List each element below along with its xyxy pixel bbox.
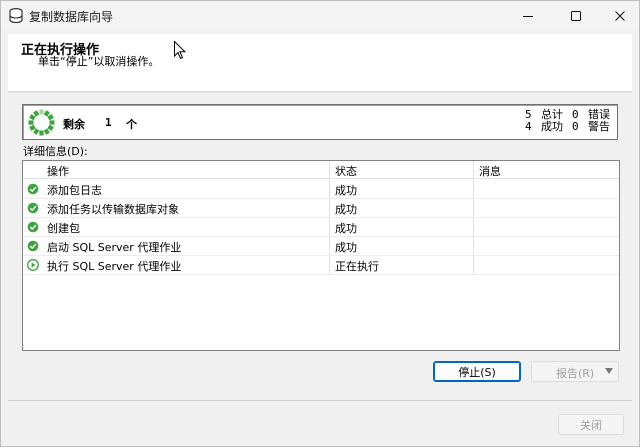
success-check-icon [27, 240, 39, 252]
wizard-header: 正在执行操作 单击“停止”以取消操作。 [8, 34, 632, 92]
cell-status: 成功 [335, 241, 357, 254]
stop-button[interactable]: 停止(S) [433, 361, 521, 382]
close-icon [615, 11, 625, 21]
success-check-icon [27, 221, 39, 233]
column-header-action[interactable]: 操作 [47, 163, 69, 179]
remaining-count: 1 [105, 116, 112, 129]
window-title: 复制数据库向导 [29, 10, 114, 24]
close-window-button[interactable] [597, 1, 640, 31]
header-divider [8, 92, 632, 93]
details-grid[interactable]: 操作 状态 消息 添加包日志 成功 添加任务以传输数据库对象 成功 创建包 成功 启动 SQ… [22, 160, 620, 351]
column-header-status[interactable]: 状态 [335, 163, 357, 179]
copy-database-wizard-window: 复制数据库向导 正在执行操作 单击“停止”以取消操作。 剩余 1 个 5 总计 … [0, 0, 640, 447]
table-row[interactable]: 添加任务以传输数据库对象 成功 [23, 199, 619, 218]
cell-action: 添加任务以传输数据库对象 [47, 203, 179, 216]
table-row[interactable]: 执行 SQL Server 代理作业 正在执行 [23, 256, 619, 275]
cell-action: 执行 SQL Server 代理作业 [47, 260, 182, 273]
cell-action: 启动 SQL Server 代理作业 [47, 241, 182, 254]
table-row[interactable]: 添加包日志 成功 [23, 180, 619, 199]
close-button[interactable]: 关闭 [558, 414, 624, 435]
maximize-icon [571, 11, 581, 21]
cell-status: 成功 [335, 203, 357, 216]
column-header-message[interactable]: 消息 [479, 163, 501, 179]
dropdown-arrow-icon[interactable] [605, 368, 613, 374]
minimize-button[interactable] [505, 1, 551, 31]
remaining-label: 剩余 [63, 118, 85, 131]
grid-header: 操作 状态 消息 [23, 161, 619, 179]
error-count: 0 [572, 108, 579, 121]
title-bar: 复制数据库向导 [1, 1, 639, 31]
success-check-icon [27, 183, 39, 195]
remaining-unit: 个 [126, 118, 137, 131]
warning-count: 0 [572, 120, 579, 133]
error-label: 错误 [588, 108, 610, 121]
warning-label: 警告 [588, 120, 610, 133]
minimize-icon [523, 16, 533, 17]
success-check-icon [27, 202, 39, 214]
success-label: 成功 [541, 120, 563, 133]
maximize-button[interactable] [553, 1, 599, 31]
cell-action: 添加包日志 [47, 184, 102, 197]
total-count: 5 [525, 108, 532, 121]
table-row[interactable]: 创建包 成功 [23, 218, 619, 237]
cell-action: 创建包 [47, 222, 80, 235]
cell-status: 成功 [335, 184, 357, 197]
cell-status: 正在执行 [335, 260, 379, 273]
page-subtitle: 单击“停止”以取消操作。 [38, 55, 160, 68]
progress-spinner-icon [28, 109, 55, 136]
in-progress-icon [27, 259, 39, 271]
footer-divider [8, 400, 632, 401]
cell-status: 成功 [335, 222, 357, 235]
table-row[interactable]: 启动 SQL Server 代理作业 成功 [23, 237, 619, 256]
report-button[interactable]: 报告(R) [531, 361, 619, 382]
progress-summary: 剩余 1 个 5 总计 0 错误 4 成功 0 警告 [22, 104, 618, 140]
success-count: 4 [525, 120, 532, 133]
mouse-cursor-icon [174, 41, 186, 60]
report-button-label: 报告(R) [556, 367, 595, 380]
database-icon [9, 8, 23, 24]
total-label: 总计 [541, 108, 563, 121]
details-label: 详细信息(D): [23, 145, 88, 158]
